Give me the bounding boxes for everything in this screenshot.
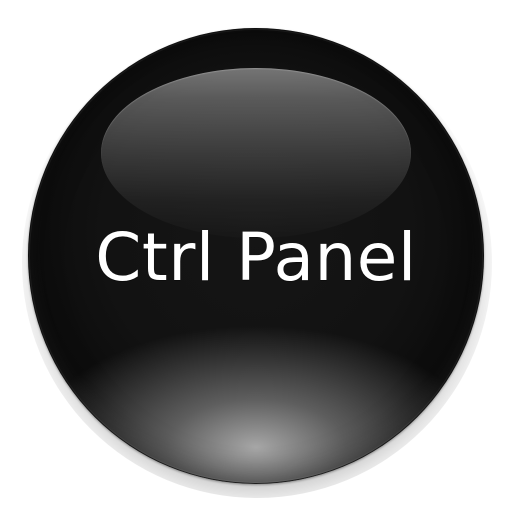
control-panel-button[interactable]: Ctrl Panel: [0, 0, 512, 512]
button-label: Ctrl Panel: [95, 219, 417, 296]
